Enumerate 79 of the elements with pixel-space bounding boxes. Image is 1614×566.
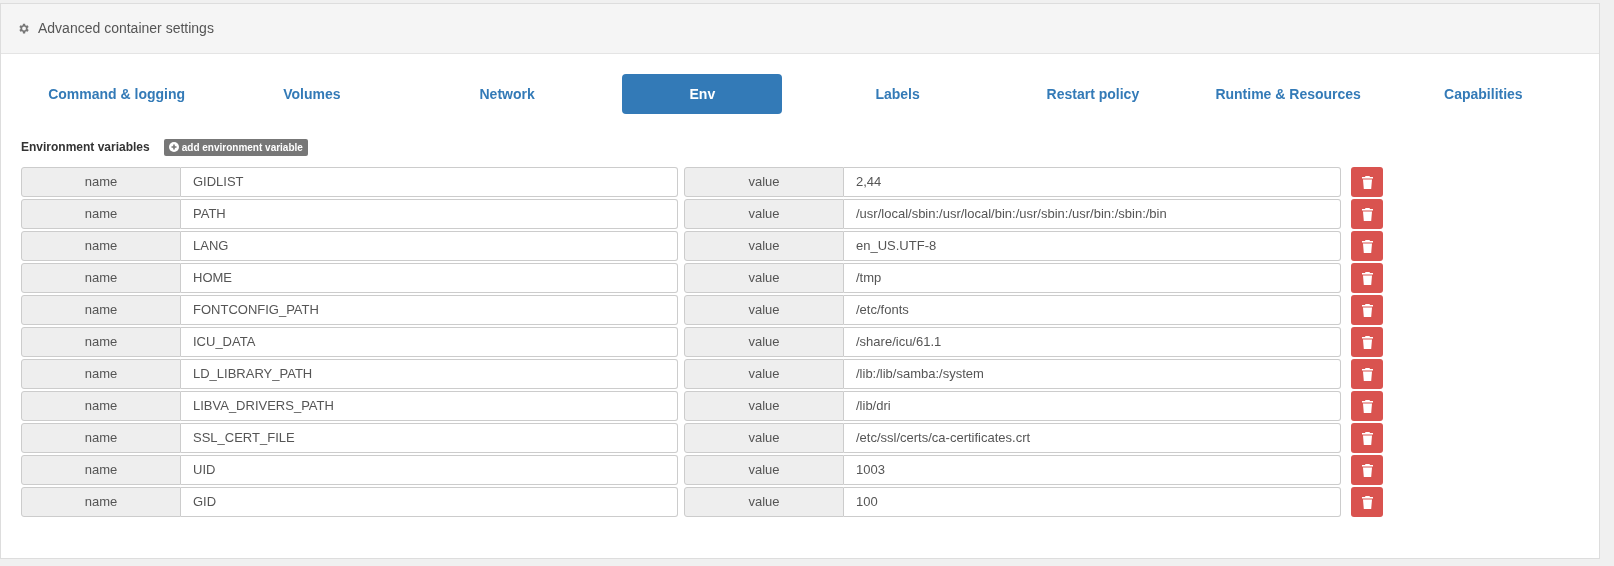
delete-button[interactable] <box>1351 391 1383 421</box>
trash-icon <box>1361 367 1373 381</box>
name-field[interactable]: FONTCONFIG_PATH <box>181 295 678 325</box>
add-variable-button[interactable]: add environment variable <box>163 138 308 156</box>
section-heading: Environment variables <box>21 139 150 156</box>
value-field[interactable]: /lib:/lib/samba:/system <box>844 359 1341 389</box>
tab[interactable]: Command & logging <box>38 74 196 114</box>
value-field[interactable]: /usr/local/sbin:/usr/local/bin:/usr/sbin:/usr/bin:/sbin:/bin <box>844 199 1341 229</box>
value-addon: value <box>684 391 844 421</box>
name-addon: name <box>21 263 181 293</box>
name-field[interactable]: LIBVA_DRIVERS_PATH <box>181 391 678 421</box>
name-addon: name <box>21 295 181 325</box>
value-addon: value <box>684 167 844 197</box>
trash-icon <box>1361 271 1373 285</box>
delete-button[interactable] <box>1351 423 1383 453</box>
value-addon: value <box>684 487 844 517</box>
value-field[interactable]: 2,44 <box>844 167 1341 197</box>
delete-button[interactable] <box>1351 487 1383 517</box>
trash-icon <box>1361 335 1373 349</box>
tab[interactable]: Volumes <box>273 74 351 114</box>
value-addon: value <box>684 263 844 293</box>
value-addon: value <box>684 327 844 357</box>
delete-button[interactable] <box>1351 231 1383 261</box>
settings-icon <box>17 22 30 35</box>
name-field[interactable]: UID <box>181 455 678 485</box>
name-addon: name <box>21 359 181 389</box>
delete-button[interactable] <box>1351 295 1383 325</box>
name-field[interactable]: PATH <box>181 199 678 229</box>
trash-icon <box>1361 175 1373 189</box>
delete-button[interactable] <box>1351 327 1383 357</box>
name-addon: name <box>21 231 181 261</box>
trash-icon <box>1361 399 1373 413</box>
delete-button[interactable] <box>1351 167 1383 197</box>
name-field[interactable]: LANG <box>181 231 678 261</box>
value-field[interactable]: /share/icu/61.1 <box>844 327 1341 357</box>
delete-button[interactable] <box>1351 359 1383 389</box>
value-field[interactable]: /lib/dri <box>844 391 1341 421</box>
value-field[interactable]: en_US.UTF-8 <box>844 231 1341 261</box>
trash-icon <box>1361 495 1373 509</box>
name-field[interactable]: GID <box>181 487 678 517</box>
trash-icon <box>1361 239 1373 253</box>
value-addon: value <box>684 199 844 229</box>
name-field[interactable]: GIDLIST <box>181 167 678 197</box>
tab[interactable]: Capabilities <box>1434 74 1533 114</box>
plus-circle-icon <box>168 142 179 152</box>
name-addon: name <box>21 423 181 453</box>
name-field[interactable]: ICU_DATA <box>181 327 678 357</box>
value-addon: value <box>684 455 844 485</box>
value-field[interactable]: 100 <box>844 487 1341 517</box>
tab[interactable]: Env <box>622 74 783 114</box>
name-addon: name <box>21 455 181 485</box>
tab[interactable]: Labels <box>865 74 930 114</box>
value-field[interactable]: /etc/fonts <box>844 295 1341 325</box>
value-field[interactable]: 1003 <box>844 455 1341 485</box>
name-field[interactable]: HOME <box>181 263 678 293</box>
tab[interactable]: Restart policy <box>1036 74 1150 114</box>
trash-icon <box>1361 431 1373 445</box>
value-field[interactable]: /etc/ssl/certs/ca-certificates.crt <box>844 423 1341 453</box>
delete-button[interactable] <box>1351 199 1383 229</box>
tab[interactable]: Runtime & Resources <box>1205 74 1371 114</box>
name-addon: name <box>21 391 181 421</box>
trash-icon <box>1361 303 1373 317</box>
panel-title: Advanced container settings <box>38 19 214 38</box>
value-addon: value <box>684 231 844 261</box>
value-addon: value <box>684 359 844 389</box>
name-addon: name <box>21 199 181 229</box>
trash-icon <box>1361 463 1373 477</box>
value-addon: value <box>684 423 844 453</box>
name-addon: name <box>21 167 181 197</box>
delete-button[interactable] <box>1351 455 1383 485</box>
name-field[interactable]: LD_LIBRARY_PATH <box>181 359 678 389</box>
name-addon: name <box>21 327 181 357</box>
trash-icon <box>1361 207 1373 221</box>
name-addon: name <box>21 487 181 517</box>
value-addon: value <box>684 295 844 325</box>
name-field[interactable]: SSL_CERT_FILE <box>181 423 678 453</box>
delete-button[interactable] <box>1351 263 1383 293</box>
value-field[interactable]: /tmp <box>844 263 1341 293</box>
tab[interactable]: Network <box>469 74 545 114</box>
